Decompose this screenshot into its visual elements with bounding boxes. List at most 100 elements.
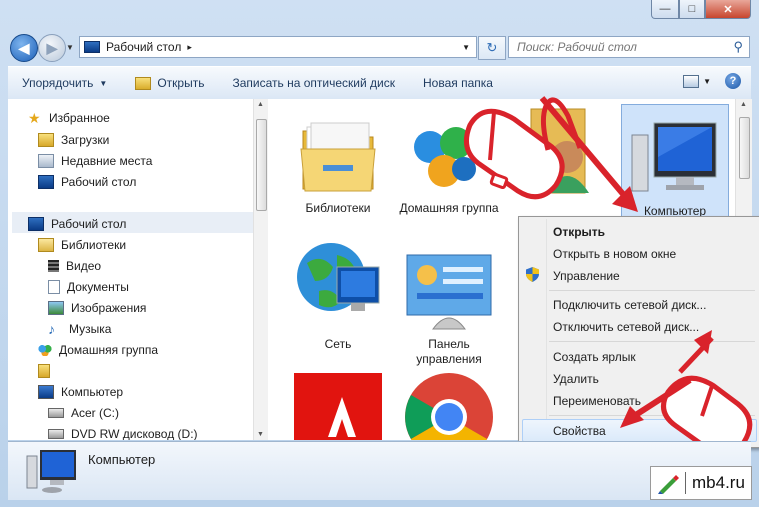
back-button[interactable]: ◀ [10, 34, 38, 62]
address-bar[interactable]: Рабочий стол ▸ ▼ [79, 36, 477, 58]
menu-disconnect-network-drive[interactable]: Отключить сетевой диск... [553, 320, 699, 334]
homegroup-icon [414, 127, 476, 187]
help-icon[interactable]: ? [725, 73, 741, 89]
desktop-icon [38, 174, 54, 189]
address-dropdown-icon[interactable]: ▼ [462, 43, 470, 52]
nav-video[interactable]: Видео [48, 255, 101, 276]
nav-label: Acer (C:) [71, 405, 119, 420]
menu-properties[interactable]: Свойства [553, 424, 606, 438]
nav-desktop-favorite[interactable]: Рабочий стол [38, 171, 136, 192]
nav-computer[interactable]: Компьютер [38, 381, 123, 402]
music-icon: ♪ [48, 320, 55, 337]
item-label: Панель управления [416, 337, 482, 366]
nav-scrollbar[interactable]: ▲ ▼ [253, 99, 268, 440]
item-user-folder[interactable] [510, 103, 610, 203]
nav-dvd-drive[interactable]: DVD RW дисковод (D:) [48, 423, 198, 440]
downloads-folder-icon [38, 132, 54, 147]
nav-libraries[interactable]: Библиотеки [38, 234, 126, 255]
nav-label: Домашняя группа [59, 342, 159, 357]
computer-icon [38, 384, 54, 399]
nav-homegroup[interactable]: Домашняя группа [38, 339, 158, 360]
user-folder-icon [530, 108, 589, 194]
item-chrome-shortcut[interactable] [399, 371, 499, 440]
search-box[interactable]: ⚲ [508, 36, 750, 58]
explorer-window: — □ ✕ ◀ ▶ ▼ Рабочий стол ▸ ▼ ↻ ⚲ Упорядо… [0, 0, 759, 507]
item-libraries[interactable]: Библиотеки [288, 113, 388, 216]
item-computer-selected[interactable]: Компьютер [621, 104, 729, 222]
nav-downloads[interactable]: Загрузки [38, 129, 109, 150]
forward-button[interactable]: ▶ [38, 34, 66, 62]
organize-button[interactable]: Упорядочить ▼ [8, 76, 121, 90]
search-input[interactable] [515, 39, 724, 55]
user-folder-icon [38, 363, 50, 378]
nav-label: DVD RW дисковод (D:) [71, 426, 198, 441]
nav-label: Музыка [69, 321, 112, 336]
menu-open[interactable]: Открыть [553, 225, 605, 239]
menu-separator [549, 341, 755, 342]
images-icon [48, 300, 64, 315]
nav-label: Рабочий стол [51, 216, 127, 231]
nav-documents[interactable]: Документы [48, 276, 129, 297]
nav-label: Загрузки [61, 132, 110, 147]
item-network[interactable]: Сеть [288, 233, 388, 352]
recent-places-icon [38, 153, 54, 168]
computer-icon [26, 450, 76, 493]
nav-favorites[interactable]: ★ Избранное [28, 107, 110, 128]
change-view-icon[interactable] [683, 74, 700, 88]
context-menu: Открыть Открыть в новом окне Управление … [518, 216, 759, 448]
organize-label: Упорядочить [22, 76, 94, 90]
homegroup-icon [38, 343, 52, 356]
new-folder-button[interactable]: Новая папка [409, 76, 507, 90]
nav-label: Документы [67, 279, 129, 294]
chevron-down-icon: ▼ [99, 78, 108, 88]
nav-label: Компьютер [61, 384, 124, 399]
documents-icon [48, 279, 60, 294]
scroll-down-icon[interactable]: ▼ [257, 431, 264, 438]
item-homegroup[interactable]: Домашняя группа [399, 113, 499, 216]
refresh-button[interactable]: ↻ [478, 36, 506, 60]
item-label: Домашняя группа [399, 201, 499, 215]
minimize-button[interactable]: — [651, 0, 679, 19]
pen-logo-icon [658, 475, 679, 494]
menu-open-new-window[interactable]: Открыть в новом окне [553, 247, 676, 261]
item-adobe-shortcut[interactable] [288, 371, 388, 440]
breadcrumb-chevron-icon[interactable]: ▸ [187, 42, 192, 53]
close-button[interactable]: ✕ [705, 0, 751, 19]
menu-delete[interactable]: Удалить [553, 372, 599, 386]
menu-separator [549, 415, 755, 416]
item-label: Библиотеки [305, 201, 371, 215]
menu-map-network-drive[interactable]: Подключить сетевой диск... [553, 298, 706, 312]
nav-music[interactable]: ♪ Музыка [48, 318, 111, 339]
view-dropdown-icon[interactable]: ▼ [703, 77, 711, 86]
command-bar: Упорядочить ▼ Открыть Записать на оптичес… [8, 66, 751, 100]
menu-create-shortcut[interactable]: Создать ярлык [553, 350, 636, 364]
burn-disc-button[interactable]: Записать на оптический диск [218, 76, 409, 90]
nav-recent-places[interactable]: Недавние места [38, 150, 152, 171]
nav-label: Изображения [71, 300, 147, 315]
menu-separator [549, 290, 755, 291]
nav-images[interactable]: Изображения [48, 297, 146, 318]
history-dropdown-icon[interactable]: ▼ [66, 43, 74, 52]
open-button[interactable]: Открыть [121, 76, 218, 90]
search-icon[interactable]: ⚲ [733, 39, 743, 55]
burn-disc-label: Записать на оптический диск [232, 76, 395, 90]
content-scroll-thumb[interactable] [739, 117, 750, 179]
menu-manage[interactable]: Управление [553, 269, 620, 283]
nav-desktop[interactable]: Рабочий стол [28, 213, 126, 234]
star-icon: ★ [28, 109, 41, 126]
control-panel-icon [406, 254, 492, 330]
scroll-up-icon[interactable]: ▲ [257, 101, 264, 108]
menu-rename[interactable]: Переименовать [553, 394, 641, 408]
nav-user-folder[interactable] [38, 360, 57, 381]
new-folder-label: Новая папка [422, 76, 493, 90]
scroll-up-icon[interactable]: ▲ [740, 101, 747, 108]
item-control-panel[interactable]: Панель управления [399, 249, 499, 367]
nav-drive-c[interactable]: Acer (C:) [48, 402, 119, 423]
video-icon [48, 259, 59, 272]
libraries-icon [38, 237, 54, 252]
shield-icon [526, 267, 539, 282]
drive-icon [48, 407, 64, 418]
maximize-button[interactable]: □ [679, 0, 705, 19]
nav-scroll-thumb[interactable] [256, 119, 267, 211]
arrow-left-icon: ◀ [18, 39, 30, 56]
